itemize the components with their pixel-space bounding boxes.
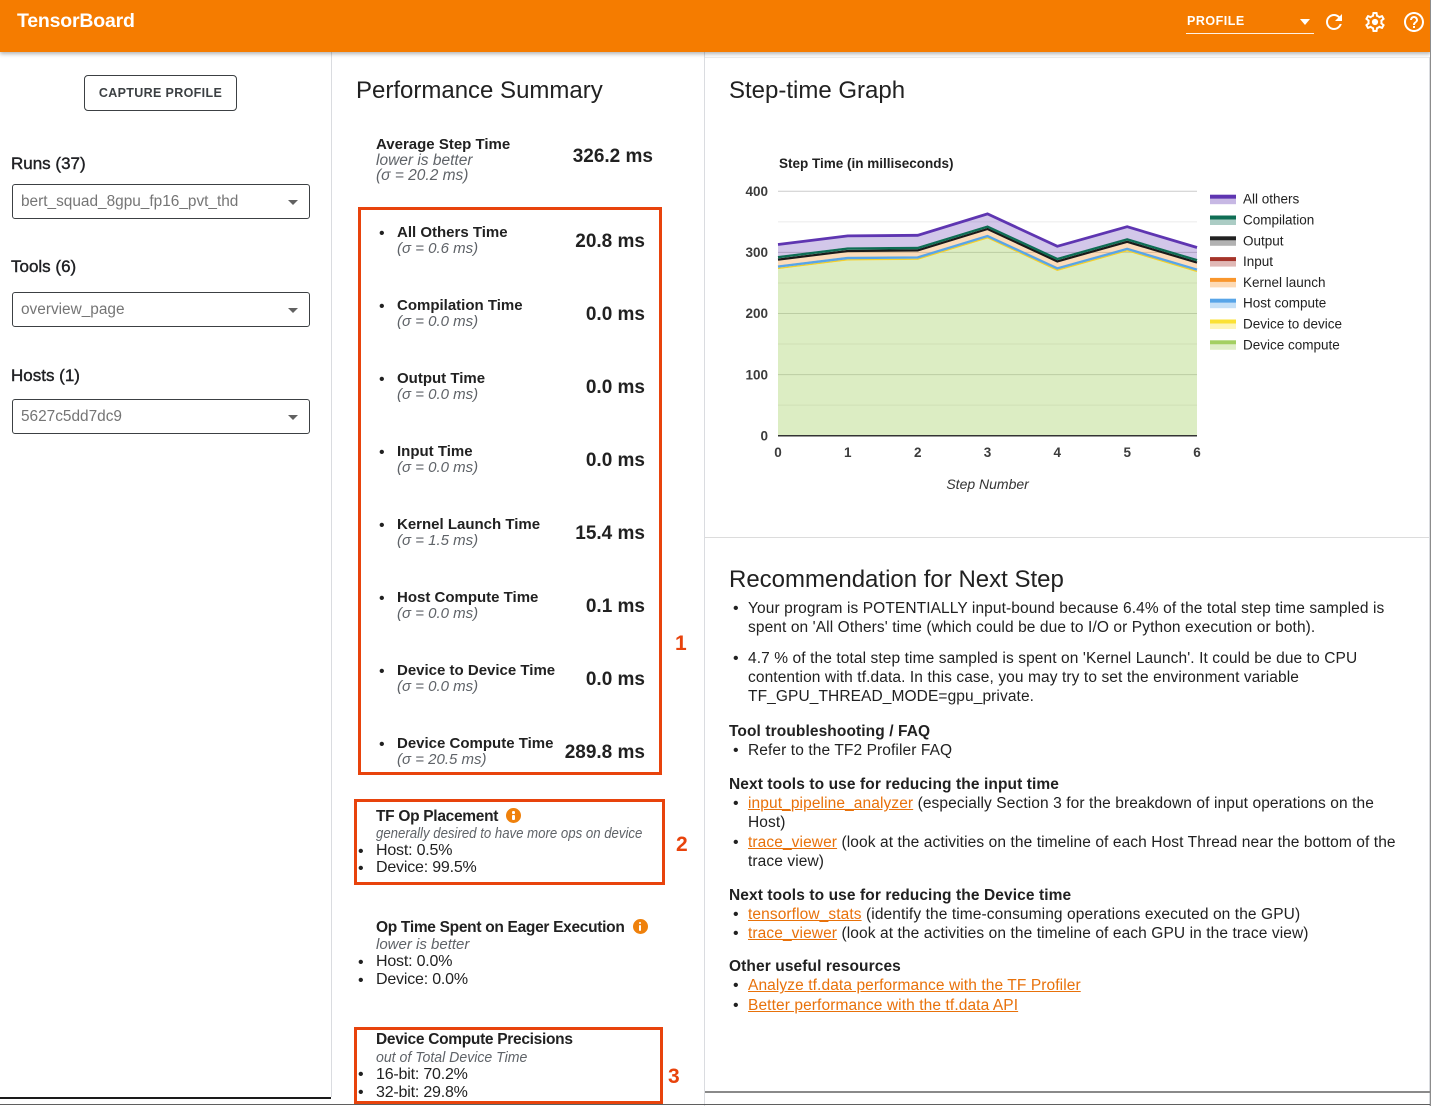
svg-text:Device compute: Device compute — [1243, 337, 1340, 352]
svg-text:Output: Output — [1243, 233, 1284, 248]
svg-text:Device to device: Device to device — [1243, 317, 1342, 332]
svg-text:0: 0 — [760, 428, 768, 443]
svg-text:2: 2 — [914, 445, 922, 460]
svg-text:3: 3 — [984, 445, 992, 460]
svg-text:400: 400 — [745, 184, 768, 199]
svg-text:Step Time (in milliseconds): Step Time (in milliseconds) — [779, 156, 954, 171]
svg-text:Step Number: Step Number — [946, 476, 1030, 492]
svg-text:4: 4 — [1054, 445, 1062, 460]
svg-text:300: 300 — [745, 245, 768, 260]
svg-text:Compilation: Compilation — [1243, 213, 1314, 228]
svg-text:Input: Input — [1243, 254, 1273, 269]
svg-text:All others: All others — [1243, 192, 1300, 207]
svg-text:1: 1 — [844, 445, 852, 460]
svg-text:Host compute: Host compute — [1243, 296, 1326, 311]
svg-text:6: 6 — [1193, 445, 1201, 460]
svg-text:200: 200 — [745, 306, 768, 321]
svg-text:5: 5 — [1123, 445, 1131, 460]
svg-text:Kernel launch: Kernel launch — [1243, 275, 1326, 290]
svg-text:0: 0 — [774, 445, 782, 460]
svg-text:100: 100 — [745, 367, 768, 382]
